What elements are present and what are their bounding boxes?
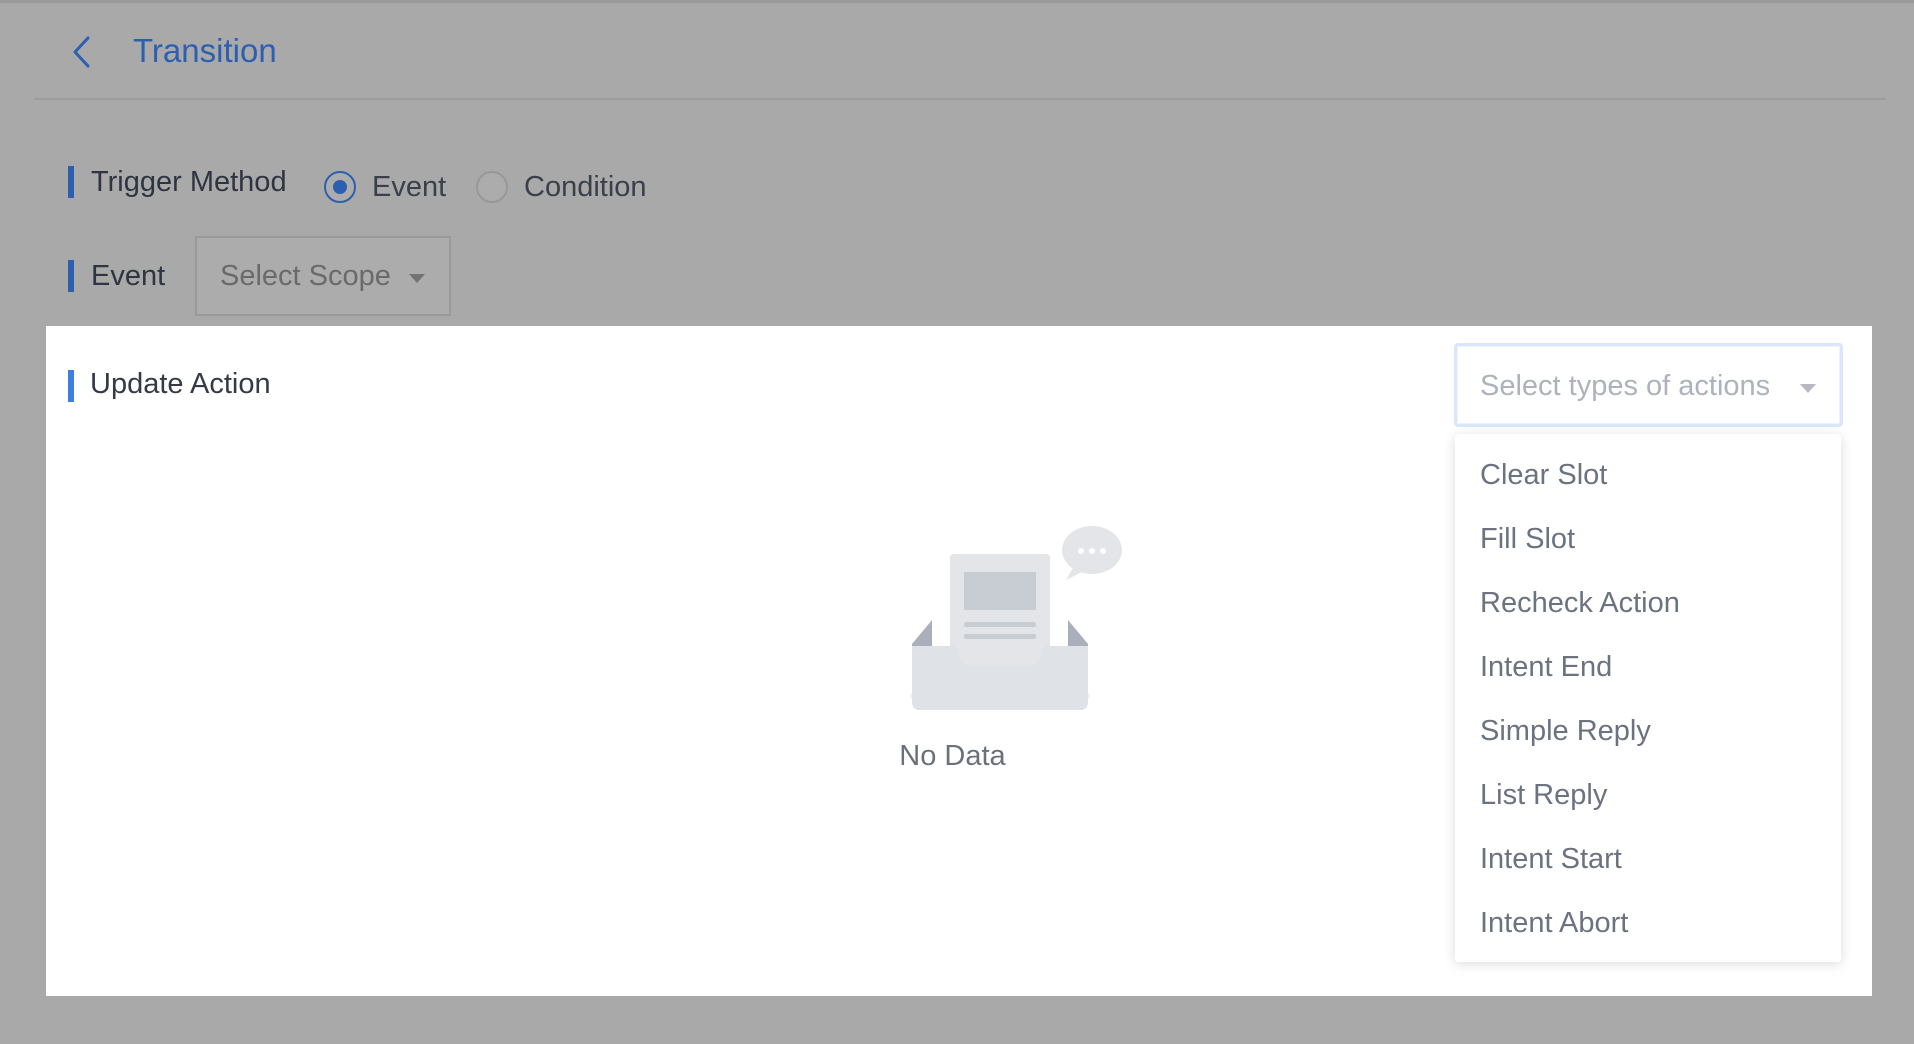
radio-event[interactable]: Event (324, 169, 446, 205)
empty-inbox-icon (860, 516, 1130, 716)
scope-select[interactable]: Select Scope (195, 236, 451, 316)
radio-condition[interactable]: Condition (476, 169, 647, 205)
dropdown-item-clear-slot[interactable]: Clear Slot (1455, 443, 1841, 507)
update-action-label: Update Action (90, 368, 271, 400)
trigger-method-label: Trigger Method (91, 166, 287, 198)
radio-event-label: Event (372, 170, 447, 203)
chevron-left-icon[interactable] (66, 32, 102, 72)
radio-unchecked-icon[interactable] (476, 171, 508, 203)
update-action-marker (68, 370, 74, 402)
dropdown-item-intent-abort[interactable]: Intent Abort (1455, 891, 1841, 955)
event-label: Event (91, 260, 166, 292)
event-marker (68, 260, 74, 292)
trigger-method-marker (68, 166, 74, 198)
caret-down-icon (409, 274, 425, 283)
radio-condition-label: Condition (524, 170, 647, 203)
action-type-placeholder: Select types of actions (1480, 370, 1771, 402)
dropdown-item-list-reply[interactable]: List Reply (1455, 763, 1841, 827)
dropdown-item-fill-slot[interactable]: Fill Slot (1455, 507, 1841, 571)
caret-down-icon (1800, 384, 1816, 393)
dropdown-item-intent-end[interactable]: Intent End (1455, 635, 1841, 699)
page-header (34, 0, 1886, 100)
page-title: Transition (133, 32, 277, 69)
radio-checked-icon[interactable] (324, 171, 356, 203)
dropdown-item-simple-reply[interactable]: Simple Reply (1455, 699, 1841, 763)
action-type-dropdown: Clear Slot Fill Slot Recheck Action Inte… (1455, 434, 1841, 962)
dropdown-item-intent-start[interactable]: Intent Start (1455, 827, 1841, 891)
action-type-select[interactable]: Select types of actions (1454, 343, 1843, 427)
transition-page: Transition Trigger Method Event Conditio… (0, 0, 1914, 1044)
scope-select-placeholder: Select Scope (220, 260, 391, 292)
dropdown-item-recheck-action[interactable]: Recheck Action (1455, 571, 1841, 635)
